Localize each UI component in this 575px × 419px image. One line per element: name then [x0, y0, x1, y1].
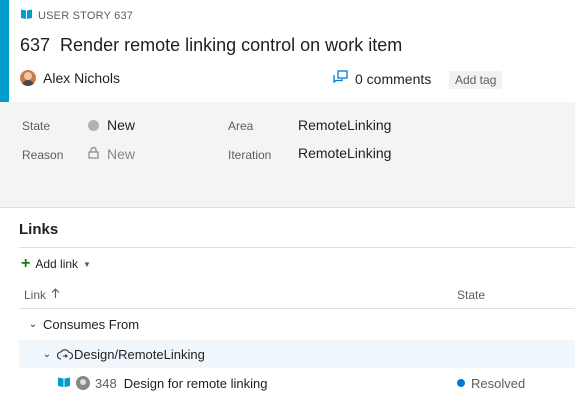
assignee[interactable]: Alex Nichols — [20, 70, 120, 86]
linked-item-row[interactable]: 348 Design for remote linking Resolved — [19, 369, 575, 397]
state-value: New — [107, 117, 136, 133]
chevron-down-icon: ▼ — [83, 259, 91, 269]
add-link-label: Add link — [35, 257, 79, 271]
assignee-name: Alex Nichols — [43, 70, 121, 86]
chevron-down-icon[interactable]: ⌄ — [40, 349, 54, 360]
links-divider — [19, 247, 575, 248]
comments-link[interactable]: 0 comments — [333, 70, 431, 87]
book-icon — [20, 7, 33, 25]
group-label: Consumes From — [43, 316, 140, 332]
state-field[interactable]: New — [88, 117, 135, 133]
link-column-label: Link — [24, 288, 47, 302]
reason-label: Reason — [22, 148, 64, 162]
state-column-header[interactable]: State — [457, 288, 485, 302]
subgroup-label: Design/RemoteLinking — [74, 346, 205, 362]
work-item-id: 637 — [20, 35, 51, 55]
area-field[interactable]: RemoteLinking — [298, 117, 391, 133]
cloud-link-icon — [57, 348, 73, 361]
work-item-type: USER STORY 637 — [20, 7, 133, 25]
reason-field: New — [88, 146, 135, 162]
arrow-up-icon — [51, 288, 60, 302]
work-item-title-text[interactable]: Render remote linking control on work it… — [60, 35, 402, 55]
comments-count: 0 comments — [355, 70, 432, 87]
add-link-button[interactable]: + Add link ▼ — [21, 255, 91, 272]
area-label: Area — [228, 119, 254, 133]
state-dot-icon — [88, 119, 99, 131]
state-label: State — [22, 119, 51, 133]
plus-icon: + — [21, 255, 31, 272]
work-item-meta: Alex Nichols 0 comments Add tag — [20, 70, 560, 92]
linked-item: 348 Design for remote linking — [57, 369, 268, 397]
comments-icon — [333, 70, 348, 87]
linked-item-id: 348 — [95, 375, 117, 391]
iteration-field[interactable]: RemoteLinking — [298, 145, 391, 161]
linked-item-state-label: Resolved — [471, 375, 526, 391]
reason-value: New — [107, 146, 136, 162]
group-row-consumes-from[interactable]: ⌄ Consumes From — [19, 310, 575, 338]
book-icon — [57, 376, 71, 391]
iteration-value: RemoteLinking — [298, 145, 392, 161]
state-column-label: State — [457, 288, 486, 302]
column-header-divider — [19, 308, 575, 309]
lock-icon — [88, 146, 99, 162]
work-item-type-label: USER STORY 637 — [38, 10, 134, 22]
work-item-title[interactable]: 637 Render remote linking control on work… — [20, 35, 402, 56]
avatar — [20, 70, 36, 86]
linked-item-title[interactable]: Design for remote linking — [124, 376, 268, 391]
subgroup-row-design[interactable]: ⌄ Design/RemoteLinking — [19, 340, 575, 368]
area-value: RemoteLinking — [298, 117, 392, 133]
link-column-header[interactable]: Link — [24, 288, 60, 302]
work-item-header: USER STORY 637 637 Render remote linking … — [0, 0, 575, 102]
links-section-title: Links — [19, 221, 59, 238]
iteration-label: Iteration — [228, 148, 272, 162]
work-item-fields: State New Reason New Area RemoteLinking … — [0, 102, 575, 208]
add-tag-button[interactable]: Add tag — [449, 71, 503, 89]
avatar — [76, 376, 90, 390]
chevron-down-icon[interactable]: ⌄ — [26, 319, 40, 330]
linked-item-state: Resolved — [457, 369, 525, 397]
state-dot-icon — [457, 379, 465, 387]
